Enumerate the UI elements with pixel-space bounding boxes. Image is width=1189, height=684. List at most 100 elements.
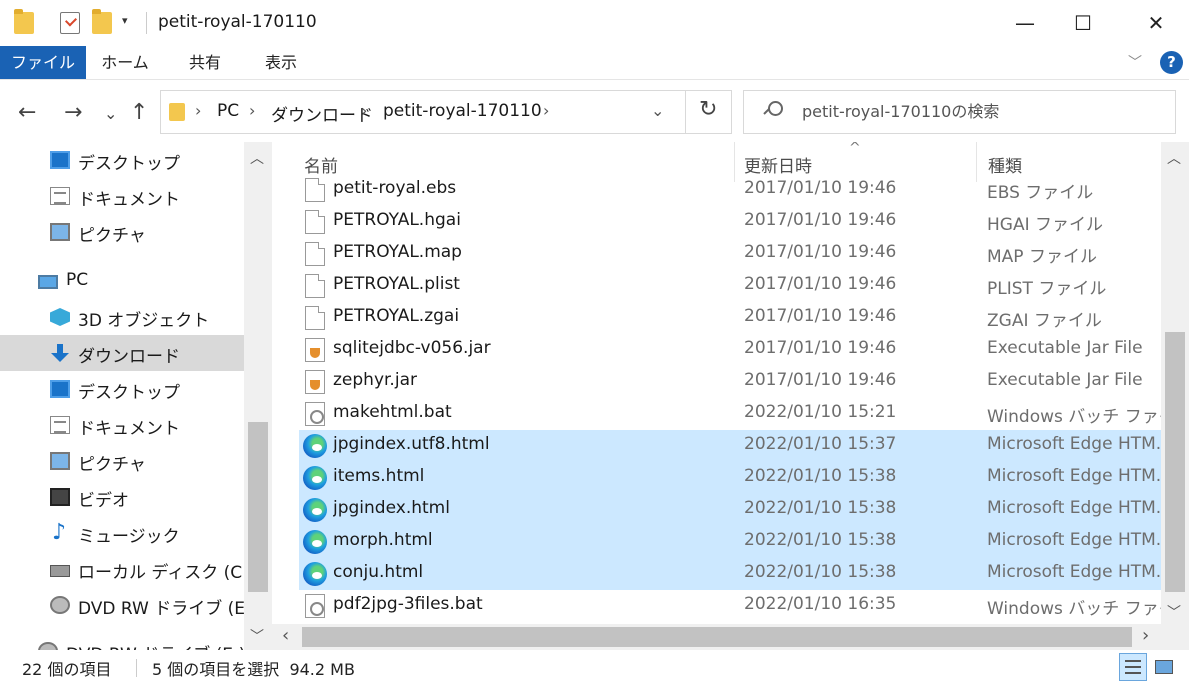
sidebar-item-label: ドキュメント	[78, 190, 180, 210]
address-bar[interactable]: › PC › ダウンロード › petit-royal-170110 › ⌄ ↻	[160, 90, 732, 134]
sidebar-item-label: ビデオ	[78, 491, 129, 511]
file-row[interactable]: jpgindex.utf8.html 2022/01/10 15:37 Micros…	[299, 430, 1161, 462]
file-row[interactable]: morph.html 2022/01/10 15:38 Microsoft Edge…	[299, 526, 1161, 558]
sidebar-item-pc[interactable]: PC	[0, 263, 244, 299]
address-dropdown-icon[interactable]: ⌄	[651, 101, 664, 120]
tab-view[interactable]: 表示	[250, 46, 312, 79]
breadcrumb-separator[interactable]: ›	[543, 101, 549, 120]
edge-html-icon	[303, 466, 327, 490]
selection-info: 5 個の項目を選択 94.2 MB	[152, 660, 355, 679]
file-type: PLIST ファイル	[987, 279, 1107, 299]
file-name: petit-royal.ebs	[333, 178, 457, 198]
search-box[interactable]	[743, 90, 1176, 134]
pictures-icon	[50, 223, 70, 241]
close-button[interactable]: ✕	[1128, 0, 1184, 46]
folder-icon	[14, 9, 34, 34]
generic-file-icon	[305, 242, 325, 266]
file-modified-date: 2017/01/10 19:46	[744, 274, 897, 294]
file-row[interactable]: pdf2jpg-3files.bat 2022/01/10 16:35 Window…	[299, 590, 1161, 622]
sidebar-item-label: デスクトップ	[78, 383, 180, 403]
title-bar: ▾ petit-royal-170110 — ☐ ✕	[0, 0, 1189, 46]
file-row[interactable]: zephyr.jar 2017/01/10 19:46 Executable Jar…	[299, 366, 1161, 398]
video-icon	[50, 488, 70, 506]
sidebar-item-dvd-drive-2[interactable]: DVD RW ドライブ (E:) P	[0, 633, 261, 650]
breadcrumb-current-folder[interactable]: petit-royal-170110	[383, 101, 542, 121]
sidebar-item-desktop[interactable]: デスクトップ	[0, 142, 244, 178]
minimize-button[interactable]: —	[997, 0, 1053, 46]
sidebar-item-downloads[interactable]: ダウンロード	[0, 335, 244, 371]
sidebar-item-local-disk[interactable]: ローカル ディスク (C:)	[0, 551, 254, 587]
sidebar-scrollbar[interactable]: ︿ ﹀	[244, 142, 272, 650]
sidebar-item-label: DVD RW ドライブ (E:) P	[78, 599, 272, 619]
file-row[interactable]: PETROYAL.hgai 2017/01/10 19:46 HGAI ファイル	[299, 206, 1161, 238]
scroll-down-icon[interactable]: ﹀	[250, 626, 264, 646]
sidebar-item-music[interactable]: ミュージック	[0, 515, 244, 551]
scroll-up-icon[interactable]: ︿	[1167, 148, 1181, 168]
tab-home[interactable]: ホーム	[92, 46, 158, 79]
file-row[interactable]: conju.html 2022/01/10 15:38 Microsoft Edge…	[299, 558, 1161, 590]
ribbon-expand-icon[interactable]: ﹀	[1128, 52, 1142, 72]
breadcrumb-downloads[interactable]: ダウンロード	[271, 101, 373, 126]
file-row[interactable]: PETROYAL.map 2017/01/10 19:46 MAP ファイル	[299, 238, 1161, 270]
recent-locations-icon[interactable]: ⌄	[104, 104, 117, 123]
sidebar-item-pictures[interactable]: ピクチャ	[0, 214, 244, 250]
back-button[interactable]: ←	[18, 100, 36, 125]
generic-file-icon	[305, 210, 325, 234]
sidebar-item-documents[interactable]: ドキュメント	[0, 178, 244, 214]
forward-button[interactable]: →	[64, 100, 82, 125]
tab-share[interactable]: 共有	[174, 46, 236, 79]
edge-html-icon	[303, 562, 327, 586]
file-list: ^ 名前 更新日時 種類 petit-royal.ebs 2017/01/10 1…	[272, 142, 1189, 650]
sidebar-item-3d-objects[interactable]: 3D オブジェクト	[0, 299, 244, 335]
sidebar-item-dvd-drive[interactable]: DVD RW ドライブ (E:) P	[0, 587, 272, 623]
file-name: conju.html	[333, 562, 424, 582]
details-view-button[interactable]	[1119, 653, 1147, 681]
sidebar-scroll-thumb[interactable]	[248, 422, 268, 592]
scroll-right-icon[interactable]: ›	[1142, 625, 1149, 646]
file-row[interactable]: items.html 2022/01/10 15:38 Microsoft Edge…	[299, 462, 1161, 494]
sidebar-item-documents-pc[interactable]: ドキュメント	[0, 407, 244, 443]
sidebar-item-label: DVD RW ドライブ (E:) P	[66, 640, 261, 650]
file-row[interactable]: jpgindex.html 2022/01/10 15:38 Microsoft E…	[299, 494, 1161, 526]
vertical-scroll-thumb[interactable]	[1165, 332, 1185, 592]
file-row[interactable]: makehtml.bat 2022/01/10 15:21 Windows バッチ …	[299, 398, 1161, 430]
file-name: items.html	[333, 466, 425, 486]
breadcrumb-separator[interactable]: ›	[195, 101, 201, 120]
file-row[interactable]: petit-royal.ebs 2017/01/10 19:46 EBS ファイル	[299, 174, 1161, 206]
large-icons-view-button[interactable]	[1150, 653, 1178, 681]
file-type: ZGAI ファイル	[987, 311, 1102, 331]
maximize-button[interactable]: ☐	[1055, 0, 1111, 46]
file-row[interactable]: PETROYAL.plist 2017/01/10 19:46 PLIST ファイル	[299, 270, 1161, 302]
help-icon[interactable]: ?	[1160, 51, 1183, 74]
file-type: Microsoft Edge HTM...	[987, 466, 1161, 486]
breadcrumb-separator[interactable]: ›	[249, 101, 255, 120]
file-list-vertical-scrollbar[interactable]: ︿ ﹀	[1161, 142, 1189, 624]
tab-file[interactable]: ファイル	[0, 46, 86, 79]
file-modified-date: 2017/01/10 19:46	[744, 242, 897, 262]
up-button[interactable]: ↑	[130, 100, 148, 125]
horizontal-scroll-thumb[interactable]	[302, 627, 1132, 647]
scroll-left-icon[interactable]: ‹	[282, 625, 289, 646]
file-name: jpgindex.html	[333, 498, 450, 518]
file-row[interactable]: PETROYAL.zgai 2017/01/10 19:46 ZGAI ファイル	[299, 302, 1161, 334]
file-row[interactable]: sqlitejdbc-v056.jar 2017/01/10 19:46 Execu…	[299, 334, 1161, 366]
sidebar-item-label: ピクチャ	[78, 226, 146, 246]
sidebar-item-pictures-pc[interactable]: ピクチャ	[0, 443, 244, 479]
scroll-up-icon[interactable]: ︿	[250, 148, 264, 168]
sidebar-item-desktop-pc[interactable]: デスクトップ	[0, 371, 244, 407]
scroll-down-icon[interactable]: ﹀	[1167, 602, 1181, 622]
breadcrumb-separator[interactable]: ›	[361, 101, 367, 120]
search-input[interactable]	[802, 102, 1162, 121]
breadcrumb-pc[interactable]: PC	[217, 101, 239, 121]
address-divider	[685, 91, 686, 133]
file-type: MAP ファイル	[987, 247, 1097, 267]
sidebar-item-label: ローカル ディスク (C:)	[78, 563, 255, 583]
properties-icon[interactable]	[60, 12, 80, 34]
sidebar-item-videos[interactable]: ビデオ	[0, 479, 244, 515]
file-list-horizontal-scrollbar[interactable]: ‹ ›	[272, 624, 1189, 650]
new-folder-icon[interactable]	[92, 9, 112, 34]
quick-access-dropdown-icon[interactable]: ▾	[122, 14, 128, 27]
document-icon	[50, 187, 70, 205]
refresh-icon[interactable]: ↻	[699, 97, 717, 122]
sidebar-item-label: ダウンロード	[78, 347, 180, 367]
